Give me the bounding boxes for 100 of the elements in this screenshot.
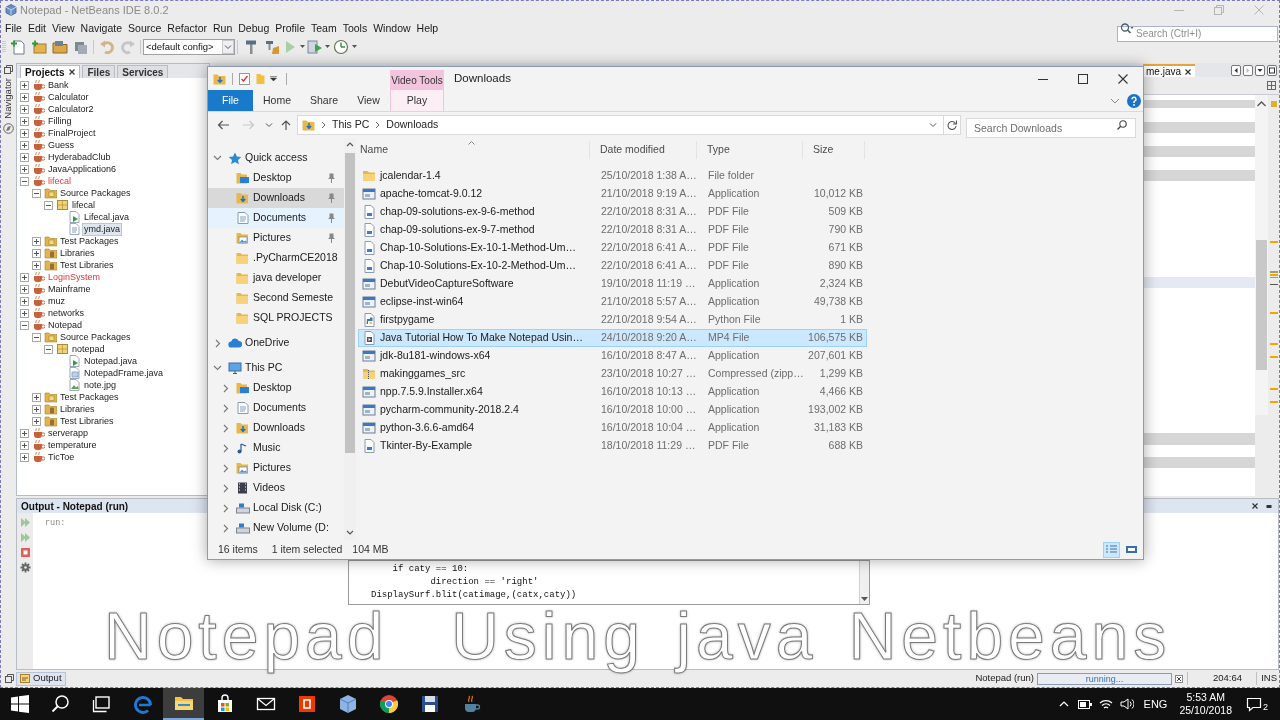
breadcrumb[interactable]: Downloads (386, 117, 439, 133)
scrollbar[interactable] (859, 561, 869, 604)
minus-box-icon[interactable] (20, 320, 29, 330)
column-header[interactable]: Size (803, 141, 865, 159)
scrollbar[interactable] (1255, 95, 1268, 415)
plus-box-icon[interactable] (20, 296, 29, 306)
ribbon-tab[interactable]: View (347, 90, 390, 111)
address-bar[interactable]: This PC Downloads (297, 115, 944, 135)
clock-icon[interactable] (333, 39, 349, 55)
file-row[interactable]: chap-09-solutions-ex-9-6-method 22/10/2018 8:31 A… PDF File 509 KB (358, 203, 867, 221)
new-project-icon[interactable] (30, 39, 47, 55)
minus-box-icon[interactable] (32, 332, 41, 342)
column-header[interactable]: Date modified (590, 141, 697, 159)
menu-item[interactable]: Help (413, 20, 442, 36)
tree-item[interactable]: temperature (47, 439, 98, 451)
nav-item[interactable]: Documents (208, 208, 344, 228)
plus-box-icon[interactable] (20, 428, 29, 438)
plus-box-icon[interactable] (20, 272, 29, 282)
plus-box-icon[interactable] (20, 440, 29, 450)
tree-item[interactable]: Filling (47, 115, 73, 127)
menu-item[interactable]: Team (308, 20, 340, 36)
search-field[interactable]: Search Downloads (966, 118, 1136, 138)
tree-item[interactable]: Test Packages (59, 391, 120, 403)
plus-box-icon[interactable] (20, 152, 29, 162)
chevron-up-icon[interactable] (1058, 701, 1069, 707)
close-icon[interactable] (69, 69, 76, 75)
notification-icon[interactable] (1246, 696, 1262, 712)
tree-item[interactable]: FinalProject (47, 127, 97, 139)
menu-item[interactable]: Source (125, 20, 165, 36)
plus-box-icon[interactable] (20, 80, 29, 90)
dropdown-icon[interactable] (1255, 65, 1265, 76)
file-row[interactable]: apache-tomcat-9.0.12 21/10/2018 9:19 A… Application 10,012 KB (358, 185, 867, 203)
tree-item[interactable]: Libraries (59, 403, 96, 415)
nav-item[interactable]: Pictures (208, 458, 344, 478)
minus-box-icon[interactable] (20, 176, 29, 186)
tree-item[interactable]: note.jpg (83, 379, 118, 391)
split-icon[interactable] (1267, 81, 1276, 90)
nav-item[interactable]: Documents (208, 398, 344, 418)
open-folder-icon[interactable] (51, 39, 68, 55)
tree-item[interactable]: Source Packages (59, 331, 132, 343)
chevron-right-icon[interactable] (222, 463, 229, 473)
search-field[interactable]: Search (Ctrl+I) (1117, 25, 1278, 42)
chevron-down-icon[interactable] (213, 365, 222, 371)
taskbar-button[interactable] (163, 688, 204, 720)
plus-box-icon[interactable] (32, 404, 41, 414)
plus-box-icon[interactable] (32, 416, 41, 426)
help-icon[interactable] (1127, 93, 1141, 108)
speaker-icon[interactable] (1119, 698, 1134, 710)
gear-icon[interactable] (19, 562, 31, 573)
chevron-right-icon[interactable] (222, 423, 229, 433)
plus-box-icon[interactable] (20, 308, 29, 318)
tree-item[interactable]: TicToe (47, 451, 76, 463)
file-row[interactable]: python-3.6.6-amd64 16/10/2018 10:04 … Application 31,183 KB (358, 419, 867, 437)
close-icon[interactable] (1175, 674, 1183, 683)
nav-item[interactable]: Videos (208, 478, 344, 498)
menu-item[interactable]: Run (210, 20, 236, 36)
plus-box-icon[interactable] (20, 92, 29, 102)
tree-item[interactable]: lifecal (47, 175, 72, 187)
nav-item[interactable]: Second Semeste (208, 288, 344, 308)
tree-item[interactable]: Source Packages (59, 187, 132, 199)
caret-icon[interactable] (270, 76, 277, 81)
nav-item[interactable]: Desktop (208, 378, 344, 398)
folder-download-icon[interactable] (213, 72, 226, 85)
plus-box-icon[interactable] (20, 284, 29, 294)
scroll-right-icon[interactable] (1243, 65, 1253, 76)
nav-item[interactable]: Pictures (208, 228, 344, 248)
tree-item[interactable]: NotepadFrame.java (83, 367, 165, 379)
editor-tab[interactable]: me.java (1143, 64, 1195, 77)
caret-icon[interactable] (300, 45, 305, 49)
file-row[interactable]: npp.7.5.9.Installer.x64 16/10/2018 10:13 … Application 4,466 KB (358, 383, 867, 401)
file-row[interactable]: Tkinter-By-Example 18/10/2018 11:29 … PDF File 688 KB (358, 437, 867, 455)
plus-box-icon[interactable] (32, 248, 41, 258)
stop-icon[interactable] (19, 547, 31, 558)
tree-item[interactable]: serverapp (47, 427, 90, 439)
view-toggle[interactable] (1103, 541, 1120, 558)
plus-box-icon[interactable] (20, 452, 29, 462)
ribbon-tab[interactable]: Play (390, 90, 444, 111)
maximize-icon[interactable] (1267, 65, 1277, 76)
nav-item[interactable]: java developer (208, 268, 344, 288)
output-tab[interactable]: Output (16, 671, 66, 686)
plus-box-icon[interactable] (32, 236, 41, 246)
back-arrow-icon[interactable] (217, 120, 229, 130)
tree-item[interactable]: Calculator2 (47, 103, 95, 115)
plus-box-icon[interactable] (20, 116, 29, 126)
close-icon[interactable] (1252, 503, 1258, 509)
tree-item[interactable]: Lifecal.java (83, 211, 131, 223)
close-icon[interactable] (1185, 68, 1191, 75)
menu-item[interactable]: Window (370, 20, 414, 36)
tree-item[interactable]: LoginSystem (47, 271, 102, 283)
tree-item[interactable]: Guess (47, 139, 75, 151)
minimize-icon[interactable] (1266, 503, 1272, 509)
panel-tab[interactable]: Services (117, 65, 169, 78)
chevron-down-icon[interactable] (213, 155, 222, 161)
menu-item[interactable]: File (2, 20, 25, 36)
caret-icon[interactable] (352, 45, 357, 49)
tree-item[interactable]: Test Packages (59, 235, 120, 247)
file-row[interactable]: eclipse-inst-win64 21/10/2018 5:57 A… Application 49,738 KB (358, 293, 867, 311)
nav-item[interactable]: Quick access (208, 148, 344, 168)
chevron-right-icon[interactable] (222, 403, 229, 413)
refresh-button[interactable] (944, 115, 961, 135)
